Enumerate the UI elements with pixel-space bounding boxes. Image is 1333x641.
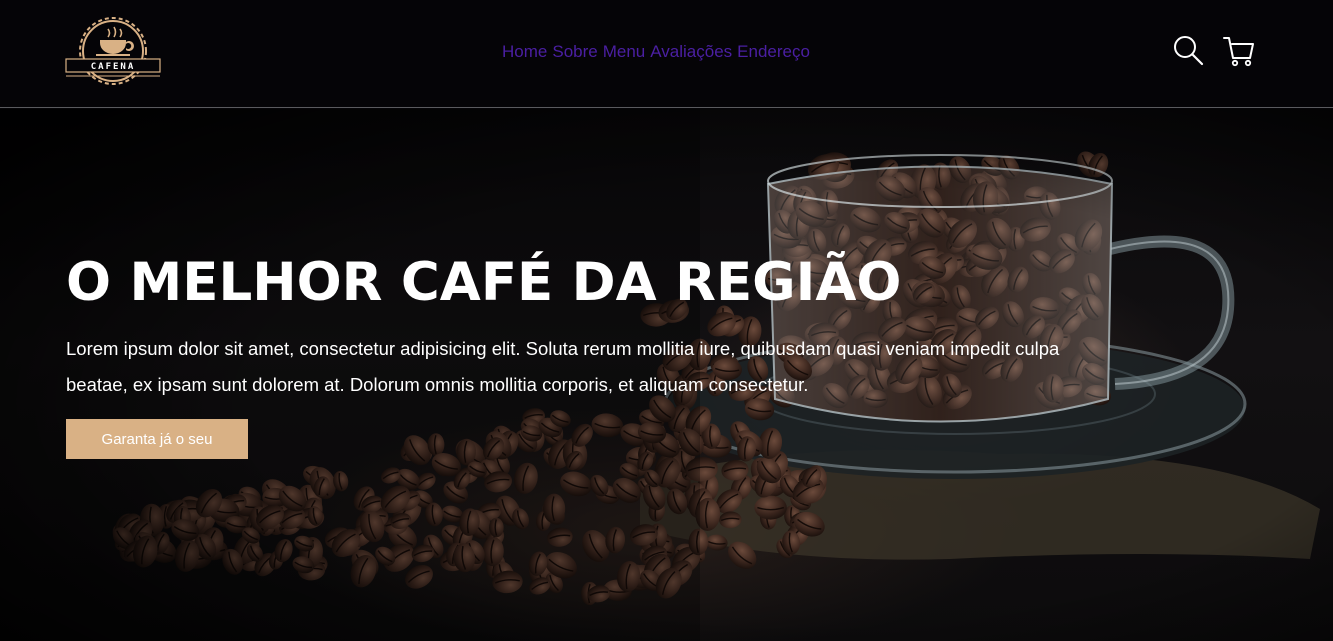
cafena-logo[interactable]: CAFENA <box>64 10 162 92</box>
nav-home[interactable]: Home <box>502 42 547 62</box>
hero-description: Lorem ipsum dolor sit amet, consectetur … <box>66 338 1060 395</box>
nav-menu[interactable]: Menu <box>603 42 646 62</box>
nav-sobre[interactable]: Sobre <box>552 42 597 62</box>
nav-endereco[interactable]: Endereço <box>737 42 810 62</box>
site-header: CAFENA Home Sobre Menu Avaliações Endere… <box>0 0 1333 108</box>
cart-icon[interactable] <box>1222 34 1256 68</box>
nav-avaliacoes[interactable]: Avaliações <box>650 42 732 62</box>
header-actions <box>1172 34 1256 68</box>
hero-section: O MELHOR CAFÉ DA REGIÃO Lorem ipsum dolo… <box>0 109 1333 641</box>
main-nav: Home Sobre Menu Avaliações Endereço <box>502 42 810 62</box>
search-icon[interactable] <box>1172 34 1204 66</box>
guarantee-button[interactable]: Garanta já o seu <box>66 419 248 459</box>
logo-text: CAFENA <box>91 62 136 72</box>
hero-title: O MELHOR CAFÉ DA REGIÃO <box>66 252 902 313</box>
